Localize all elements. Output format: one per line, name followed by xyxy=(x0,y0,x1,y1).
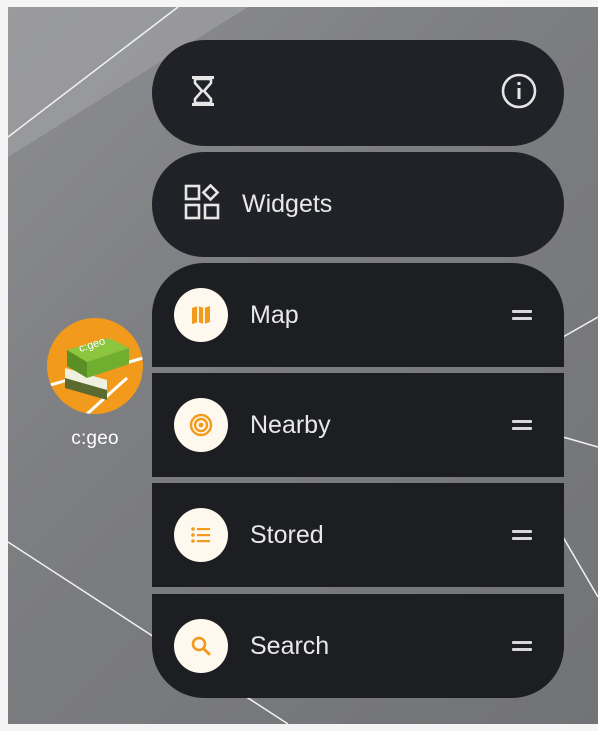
cgeo-logo-icon: c:geo xyxy=(47,318,143,414)
shortcut-map[interactable]: Map xyxy=(152,263,564,367)
shortcut-label: Stored xyxy=(250,520,324,549)
widgets-label: Widgets xyxy=(242,190,333,218)
shortcut-label: Nearby xyxy=(250,410,331,439)
shortcut-label: Search xyxy=(250,631,330,660)
app-name: c:geo xyxy=(71,428,119,449)
widgets-button[interactable]: Widgets xyxy=(152,152,564,257)
app-pause-row[interactable] xyxy=(152,40,564,146)
hourglass-icon[interactable] xyxy=(190,75,216,112)
drag-handle-icon[interactable] xyxy=(512,530,532,540)
shortcut-label: Map xyxy=(250,300,299,329)
shortcut-nearby[interactable]: Nearby xyxy=(152,373,564,477)
shortcut-stored[interactable]: Stored xyxy=(152,483,564,587)
drag-handle-icon[interactable] xyxy=(512,420,532,430)
nearby-icon xyxy=(174,398,228,452)
widgets-icon xyxy=(184,183,220,225)
drag-handle-icon[interactable] xyxy=(512,641,532,651)
list-icon xyxy=(174,508,228,562)
shortcut-search[interactable]: Search xyxy=(152,594,564,698)
drag-handle-icon[interactable] xyxy=(512,310,532,320)
app-shortcut[interactable]: c:geo c:geo xyxy=(40,318,150,450)
search-icon xyxy=(174,619,228,673)
map-icon xyxy=(174,288,228,342)
info-icon[interactable] xyxy=(500,72,538,115)
